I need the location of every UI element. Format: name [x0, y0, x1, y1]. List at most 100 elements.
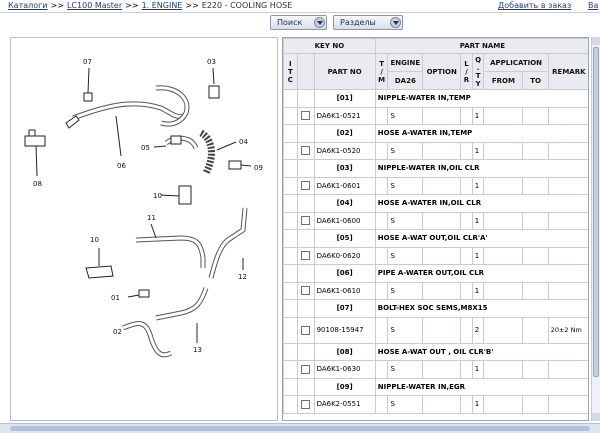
row-checkbox[interactable]	[301, 181, 311, 191]
part-no-cell: DA6K1-0521	[313, 106, 376, 125]
select-cell[interactable]	[296, 141, 315, 160]
row-checkbox[interactable]	[301, 325, 311, 335]
qty-cell: 1	[471, 211, 485, 230]
select-cell[interactable]	[296, 281, 315, 300]
callout-05: 05	[141, 144, 150, 152]
to-header: TO	[522, 71, 549, 90]
breadcrumb-group[interactable]: 1. ENGINE	[142, 1, 183, 10]
row-checkbox[interactable]	[301, 146, 311, 156]
select-cell	[296, 299, 315, 318]
search-button-label: Поиск	[277, 18, 303, 27]
part-no-cell: DA6K1-0610	[313, 281, 376, 300]
select-cell[interactable]	[296, 246, 315, 265]
part-name-cell: HOSE A-WAT OUT,OIL CLR'A'	[374, 229, 588, 248]
breadcrumb-model[interactable]: LC100 Master	[67, 1, 122, 10]
add-to-order-link[interactable]: Добавить в заказ	[498, 1, 571, 10]
itc-cell	[283, 281, 298, 300]
scroll-up-arrow-icon[interactable]	[592, 37, 600, 45]
option-cell	[422, 141, 462, 160]
part-no-cell: DA6K0-0620	[313, 246, 376, 265]
option-cell	[422, 176, 462, 195]
itc-cell	[283, 159, 298, 178]
select-cell[interactable]	[296, 360, 315, 379]
table-row[interactable]: DA6K1-0521 S 1	[283, 106, 588, 125]
qty-cell: 1	[471, 395, 485, 414]
vertical-scrollbar[interactable]	[591, 37, 600, 421]
table-row[interactable]: DA6K1-0610 S 1	[283, 281, 588, 300]
from-cell	[483, 395, 524, 414]
select-cell[interactable]	[296, 176, 315, 195]
parts-table: KEY NO PART NAME I T C PART NO T / M ENG…	[283, 38, 588, 414]
itc-cell	[283, 264, 298, 283]
to-cell	[522, 176, 549, 195]
select-cell[interactable]	[296, 211, 315, 230]
option-cell	[422, 211, 462, 230]
part-no-cell: DA6K1-0520	[313, 141, 376, 160]
tm-cell	[374, 281, 389, 300]
section-row: [08] HOSE A-WAT OUT , OIL CLR'B'	[283, 342, 588, 361]
select-cell[interactable]	[296, 316, 315, 344]
itc-cell	[283, 106, 298, 125]
row-checkbox[interactable]	[301, 286, 311, 296]
lr-cell	[460, 141, 473, 160]
engine-cell: S	[387, 395, 424, 414]
itc-cell	[283, 299, 298, 318]
callout-11: 11	[147, 214, 156, 222]
section-row: [09] NIPPLE-WATER IN,EGR	[283, 377, 588, 396]
key-no-cell: [01]	[313, 89, 376, 108]
qty-cell: 1	[471, 141, 485, 160]
tm-cell	[374, 395, 389, 414]
key-no-cell: [05]	[313, 229, 376, 248]
qty-cell: 1	[471, 106, 485, 125]
part-no-cell: 90108-15947	[313, 316, 376, 344]
callout-02: 02	[113, 328, 122, 336]
table-row[interactable]: DA6K1-0601 S 1	[283, 176, 588, 195]
horizontal-scroll-thumb[interactable]	[10, 426, 590, 431]
section-row: [06] PIPE A-WATER OUT,OIL CLR	[283, 264, 588, 283]
row-checkbox[interactable]	[301, 216, 311, 226]
engine-cell: S	[387, 141, 424, 160]
select-cell[interactable]	[296, 106, 315, 125]
row-checkbox[interactable]	[301, 111, 311, 121]
part-name-cell: HOSE A-WAT OUT , OIL CLR'B'	[374, 342, 588, 361]
table-row[interactable]: DA6K1-0600 S 1	[283, 211, 588, 230]
table-row[interactable]: DA6K1-0520 S 1	[283, 141, 588, 160]
callout-13: 13	[193, 346, 202, 354]
to-cell	[522, 246, 549, 265]
row-checkbox[interactable]	[301, 399, 311, 409]
select-cell[interactable]	[296, 395, 315, 414]
engine-header: ENGINE	[387, 53, 424, 72]
sections-button[interactable]: Разделы	[333, 15, 403, 30]
lr-cell	[460, 176, 473, 195]
to-cell	[522, 281, 549, 300]
callout-08: 08	[33, 180, 42, 188]
select-cell	[296, 264, 315, 283]
row-checkbox[interactable]	[301, 364, 311, 374]
toolbar: Поиск Разделы	[0, 13, 600, 33]
scroll-down-arrow-icon[interactable]	[592, 413, 600, 421]
row-checkbox[interactable]	[301, 251, 311, 261]
engine-cell: S	[387, 246, 424, 265]
callout-06: 06	[117, 162, 126, 170]
breadcrumb-catalogs[interactable]: Каталоги	[8, 1, 48, 10]
to-cell	[522, 395, 549, 414]
table-row[interactable]: DA6K2-0551 S 1	[283, 395, 588, 414]
lr-cell	[460, 106, 473, 125]
horizontal-scrollbar[interactable]	[0, 423, 600, 433]
search-button[interactable]: Поиск	[270, 15, 327, 30]
parts-diagram-panel: 07 03 06 04 05 08 09 10 11 10 12 01 02 1…	[10, 37, 278, 421]
truncated-link[interactable]: Ва	[588, 1, 598, 10]
itc-cell	[283, 141, 298, 160]
breadcrumb-current: E220 - COOLING HOSE	[201, 1, 293, 10]
key-no-cell: [08]	[313, 342, 376, 361]
itc-cell	[283, 377, 298, 396]
from-cell	[483, 316, 524, 344]
from-cell	[483, 360, 524, 379]
table-row[interactable]: DA6K1-0630 S 1	[283, 360, 588, 379]
table-row[interactable]: 90108-15947 S 2 20±2 Nm	[283, 316, 588, 344]
remark-cell	[547, 281, 588, 300]
itc-cell	[283, 89, 298, 108]
scroll-thumb[interactable]	[593, 47, 599, 377]
table-row[interactable]: DA6K0-0620 S 1	[283, 246, 588, 265]
callout-01: 01	[111, 294, 120, 302]
